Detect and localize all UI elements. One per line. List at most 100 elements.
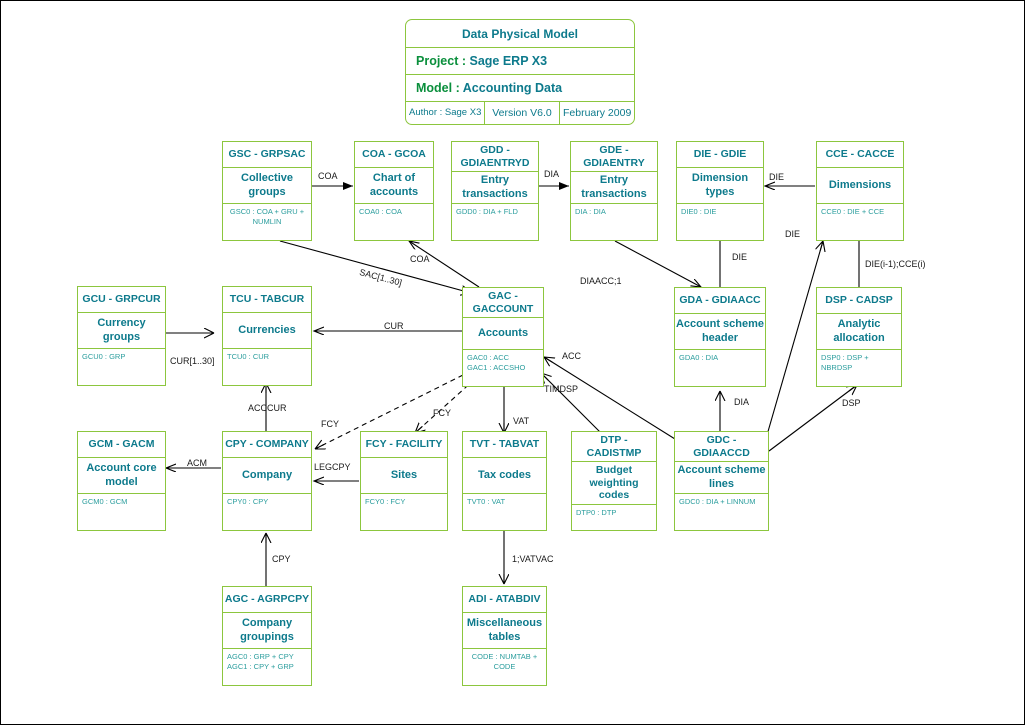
entity-code: TVT - TABVAT bbox=[463, 432, 546, 458]
entity-keys: CPY0 : CPY bbox=[227, 497, 269, 506]
entity-keys: AGC0 : GRP + CPY AGC1 : CPY + GRP bbox=[227, 652, 294, 672]
entity-gda-gdiaacc[interactable]: GDA - GDIAACC Account scheme header GDA0 … bbox=[674, 287, 766, 387]
entity-name: Company bbox=[223, 458, 311, 494]
model-label: Model : bbox=[416, 81, 460, 95]
entity-name: Account scheme lines bbox=[675, 462, 768, 494]
edge-label-dia-gdc: DIA bbox=[734, 397, 750, 407]
entity-code: AGC - AGRPCPY bbox=[223, 587, 311, 613]
entity-name: Entry transactions bbox=[571, 172, 657, 204]
entity-gde-gdiaentry[interactable]: GDE - GDIAENTRY Entry transactions DIA : D… bbox=[570, 141, 658, 241]
entity-name: Currencies bbox=[223, 313, 311, 349]
entity-name: Sites bbox=[361, 458, 447, 494]
entity-gac-gaccount[interactable]: GAC - GACCOUNT Accounts GAC0 : ACC GAC1 :… bbox=[462, 287, 544, 387]
entity-code: GDD - GDIAENTRYD bbox=[452, 142, 538, 172]
entity-code: DTP - CADISTMP bbox=[572, 432, 656, 462]
edge-label-dia-gdd: DIA bbox=[544, 169, 560, 179]
entity-gcu-grpcur[interactable]: GCU - GRPCUR Currency groups GCU0 : GRP bbox=[77, 286, 166, 386]
entity-gdc-gdiaaccd[interactable]: GDC - GDIAACCD Account scheme lines GDC0 :… bbox=[674, 431, 769, 531]
entity-tvt-tabvat[interactable]: TVT - TABVAT Tax codes TVT0 : VAT bbox=[462, 431, 547, 531]
edge-label-cur-range: CUR[1..30] bbox=[170, 356, 215, 366]
edge-label-fcy-cpy: FCY bbox=[321, 419, 339, 429]
edge-label-die-gdc: DIE bbox=[785, 229, 801, 239]
entity-keys: DSP0 : DSP + NBRDSP bbox=[821, 353, 869, 373]
entity-name: Analytic allocation bbox=[817, 314, 901, 350]
edge-label-cpy: CPY bbox=[272, 554, 291, 564]
entity-keys: DTP0 : DTP bbox=[576, 508, 617, 517]
edge-label-die-gda: DIE bbox=[732, 252, 748, 262]
entity-code: GSC - GRPSAC bbox=[223, 142, 311, 168]
entity-keys: TCU0 : CUR bbox=[227, 352, 270, 361]
edge-label-acc: ACC bbox=[562, 351, 582, 361]
edge-label-acccur: ACCCUR bbox=[248, 403, 287, 413]
edge-label-cur: CUR bbox=[384, 321, 404, 331]
author-cell: Author : Sage X3 bbox=[406, 102, 485, 124]
entity-code: COA - GCOA bbox=[355, 142, 433, 168]
entity-name: Dimension types bbox=[677, 168, 763, 204]
entity-name: Budget weighting codes bbox=[572, 462, 656, 505]
entity-keys: CCE0 : DIE + CCE bbox=[821, 207, 885, 216]
entity-code: GDC - GDIAACCD bbox=[675, 432, 768, 462]
entity-gdd-gdiaentryd[interactable]: GDD - GDIAENTRYD Entry transactions GDD0 :… bbox=[451, 141, 539, 241]
diagram-canvas: Data Physical Model Project : Sage ERP X… bbox=[0, 0, 1025, 725]
entity-fcy-facility[interactable]: FCY - FACILITY Sites FCY0 : FCY bbox=[360, 431, 448, 531]
entity-name: Collective groups bbox=[223, 168, 311, 204]
entity-agc-agrpcpy[interactable]: AGC - AGRPCPY Company groupings AGC0 : GR… bbox=[222, 586, 312, 686]
entity-tcu-tabcur[interactable]: TCU - TABCUR Currencies TCU0 : CUR bbox=[222, 286, 312, 386]
entity-dtp-cadistmp[interactable]: DTP - CADISTMP Budget weighting codes DTP0 … bbox=[571, 431, 657, 531]
entity-keys: TVT0 : VAT bbox=[467, 497, 506, 506]
entity-code: GCM - GACM bbox=[78, 432, 165, 458]
project-value: Sage ERP X3 bbox=[469, 54, 548, 68]
edge-label-coa-gsc: COA bbox=[318, 171, 338, 181]
entity-keys: CODE : NUMTAB + CODE bbox=[471, 652, 538, 672]
entity-name: Dimensions bbox=[817, 168, 903, 204]
entity-code: DSP - CADSP bbox=[817, 288, 901, 314]
entity-keys: GCU0 : GRP bbox=[82, 352, 126, 361]
edge-label-die-cce: DIE bbox=[769, 172, 785, 182]
entity-code: CPY - COMPANY bbox=[223, 432, 311, 458]
entity-code: FCY - FACILITY bbox=[361, 432, 447, 458]
edge-label-acm: ACM bbox=[187, 458, 207, 468]
title-card: Data Physical Model Project : Sage ERP X… bbox=[405, 19, 635, 125]
entity-keys: GAC0 : ACC GAC1 : ACCSHO bbox=[467, 353, 526, 373]
entity-code: CCE - CACCE bbox=[817, 142, 903, 168]
entity-name: Accounts bbox=[463, 318, 543, 350]
entity-code: GDE - GDIAENTRY bbox=[571, 142, 657, 172]
edge-label-timdsp: TIMDSP bbox=[544, 384, 579, 394]
entity-adi-atabdiv[interactable]: ADI - ATABDIV Miscellaneous tables CODE :… bbox=[462, 586, 547, 686]
entity-dsp-cadsp[interactable]: DSP - CADSP Analytic allocation DSP0 : DS… bbox=[816, 287, 902, 387]
entity-gcm-gacm[interactable]: GCM - GACM Account core model GCM0 : GCM bbox=[77, 431, 166, 531]
edge-label-coa-gac: COA bbox=[410, 254, 430, 264]
title-card-project: Project : Sage ERP X3 bbox=[406, 48, 634, 75]
entity-die-gdie[interactable]: DIE - GDIE Dimension types DIE0 : DIE bbox=[676, 141, 764, 241]
entity-gsc-grpsac[interactable]: GSC - GRPSAC Collective groups GSC0 : COA… bbox=[222, 141, 312, 241]
entity-code: GCU - GRPCUR bbox=[78, 287, 165, 313]
entity-keys: GDC0 : DIA + LINNUM bbox=[679, 497, 756, 506]
entity-name: Account scheme header bbox=[675, 314, 765, 350]
entity-keys: GDD0 : DIA + FLD bbox=[456, 207, 518, 216]
title-card-footer: Author : Sage X3 Version V6.0 February 2… bbox=[406, 102, 634, 124]
entity-coa-gcoa[interactable]: COA - GCOA Chart of accounts COA0 : COA bbox=[354, 141, 434, 241]
project-label: Project : bbox=[416, 54, 467, 68]
edge-label-die-ccei: DIE(i-1);CCE(i) bbox=[865, 259, 926, 269]
date-cell: February 2009 bbox=[563, 107, 632, 119]
entity-code: TCU - TABCUR bbox=[223, 287, 311, 313]
entity-cce-cacce[interactable]: CCE - CACCE Dimensions CCE0 : DIE + CCE bbox=[816, 141, 904, 241]
entity-name: Entry transactions bbox=[452, 172, 538, 204]
edge-label-sac: SAC[1..30] bbox=[358, 267, 404, 288]
edge-label-dsp: DSP bbox=[842, 398, 861, 408]
edge-label-diaacc: DIAACC;1 bbox=[580, 276, 622, 286]
entity-code: DIE - GDIE bbox=[677, 142, 763, 168]
edge-label-vat: VAT bbox=[513, 416, 530, 426]
title-card-heading: Data Physical Model bbox=[406, 20, 634, 48]
entity-keys: FCY0 : FCY bbox=[365, 497, 406, 506]
edge-label-fcy-fcy: FCY bbox=[433, 408, 451, 418]
entity-code: GDA - GDIAACC bbox=[675, 288, 765, 314]
entity-cpy-company[interactable]: CPY - COMPANY Company CPY0 : CPY bbox=[222, 431, 312, 531]
entity-keys: GCM0 : GCM bbox=[82, 497, 128, 506]
entity-name: Tax codes bbox=[463, 458, 546, 494]
entity-name: Chart of accounts bbox=[355, 168, 433, 204]
entity-name: Miscellaneous tables bbox=[463, 613, 546, 649]
entity-name: Currency groups bbox=[78, 313, 165, 349]
entity-code: ADI - ATABDIV bbox=[463, 587, 546, 613]
entity-code: GAC - GACCOUNT bbox=[463, 288, 543, 318]
